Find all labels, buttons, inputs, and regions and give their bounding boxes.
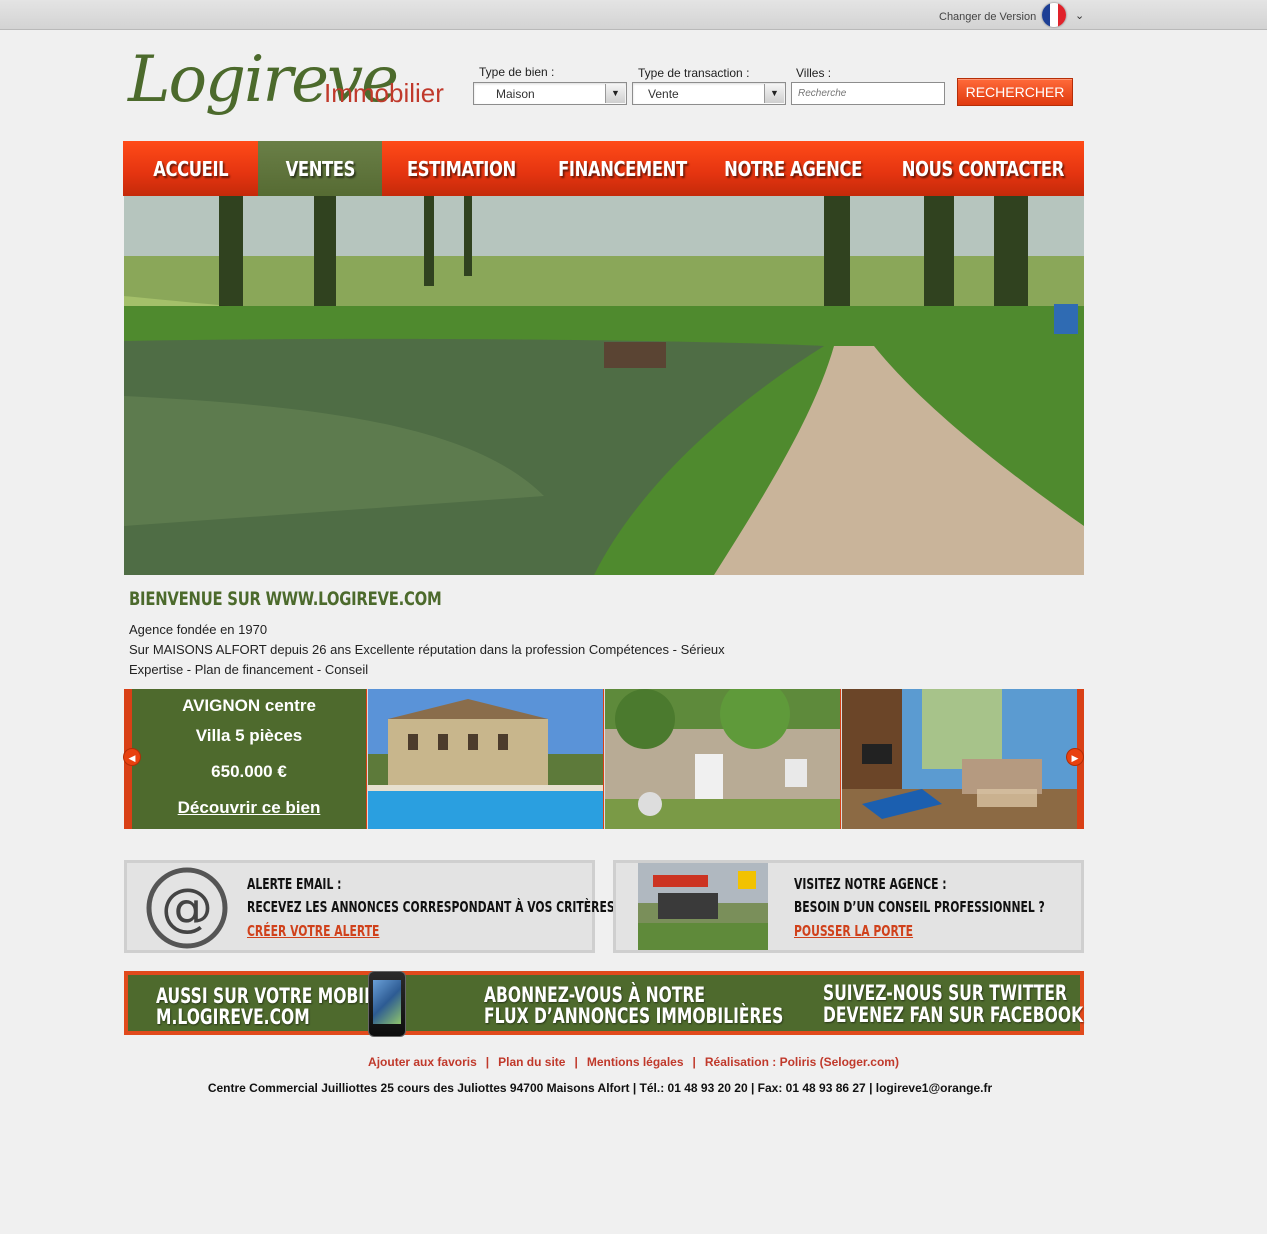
svg-text:@: @: [161, 878, 213, 938]
welcome-text: Agence fondée en 1970 Sur MAISONS ALFORT…: [129, 620, 725, 680]
footer-link-credits[interactable]: Réalisation : Poliris (Seloger.com): [705, 1055, 899, 1069]
property-carousel: AVIGNON centre Villa 5 pièces 650.000 € …: [123, 689, 1084, 829]
welcome-line: Sur MAISONS ALFORT depuis 26 ans Excelle…: [129, 642, 725, 657]
footer-address: Centre Commercial Juilliottes 25 cours d…: [207, 1081, 993, 1095]
hero-canal-photo: [124, 196, 1084, 575]
discover-property-link[interactable]: Découvrir ce bien: [132, 798, 366, 818]
dropdown-arrow-icon[interactable]: ▼: [764, 84, 784, 103]
nav-estimation[interactable]: ESTIMATION: [382, 141, 540, 196]
agency-storefront-photo: [638, 863, 768, 950]
nav-financement[interactable]: FINANCEMENT: [540, 141, 704, 196]
footer-link-legal[interactable]: Mentions légales: [587, 1055, 684, 1069]
property-type-value: Maison: [496, 87, 535, 101]
welcome-line: Expertise - Plan de financement - Consei…: [129, 662, 369, 677]
main-nav: ACCUEIL VENTES ESTIMATION FINANCEMENT NO…: [123, 141, 1084, 196]
property-photo-garden-house[interactable]: [604, 689, 840, 829]
visit-agency-text: BESOIN D’UN CONSEIL PROFESSIONNEL ?: [794, 898, 1045, 916]
nav-notre-agence[interactable]: NOTRE AGENCE: [704, 141, 882, 196]
footer-link-favorites[interactable]: Ajouter aux favoris: [368, 1055, 477, 1069]
nav-label: NOUS CONTACTER: [901, 156, 1065, 181]
dropdown-arrow-icon[interactable]: ▼: [605, 84, 625, 103]
email-alert-title: ALERTE EMAIL :: [247, 875, 342, 893]
property-photo-villa-pool[interactable]: [367, 689, 603, 829]
welcome-title: BIENVENUE SUR WWW.LOGIREVE.COM: [129, 588, 442, 610]
rss-line2[interactable]: FLUX D’ANNONCES IMMOBILIÈRES: [484, 1005, 783, 1027]
at-sign-icon: @: [146, 867, 228, 949]
property-type-label: Type de bien :: [479, 65, 555, 79]
nav-label: ACCUEIL: [153, 156, 228, 181]
search-button[interactable]: RECHERCHER: [957, 78, 1073, 106]
footer-links: Ajouter aux favoris | Plan du site | Mention…: [0, 1055, 1267, 1069]
email-alert-box: @ ALERTE EMAIL : RECEVEZ LES ANNONCES CO…: [124, 860, 615, 953]
separator: |: [574, 1055, 578, 1069]
transaction-type-select[interactable]: Vente ▼: [632, 82, 786, 105]
carousel-next-arrow-icon[interactable]: ▶: [1066, 748, 1084, 766]
footer-link-sitemap[interactable]: Plan du site: [498, 1055, 565, 1069]
property-type-select[interactable]: Maison ▼: [473, 82, 627, 105]
welcome-line: Agence fondée en 1970: [129, 622, 268, 637]
property-price: 650.000 €: [211, 762, 287, 781]
change-version-link[interactable]: Changer de Version: [939, 11, 1036, 23]
visit-agency-box: VISITEZ NOTRE AGENCE : BESOIN D’UN CONSE…: [613, 860, 1084, 953]
nav-label: NOTRE AGENCE: [724, 156, 862, 181]
mobile-social-banner[interactable]: AUSSI SUR VOTRE MOBILE M.LOGIREVE.COM AB…: [124, 971, 1084, 1037]
featured-property: AVIGNON centre Villa 5 pièces 650.000 € …: [132, 689, 366, 829]
top-bar: Changer de Version ⌄: [0, 0, 1267, 30]
chevron-down-icon[interactable]: ⌄: [1075, 9, 1084, 22]
nav-accueil[interactable]: ACCUEIL: [123, 141, 258, 196]
nav-label: ESTIMATION: [406, 156, 516, 181]
french-flag-icon[interactable]: [1042, 3, 1066, 27]
separator: |: [485, 1055, 490, 1069]
create-alert-link[interactable]: CRÉER VOTRE ALERTE: [247, 922, 379, 940]
carousel-prev-arrow-icon[interactable]: ◀: [123, 748, 141, 766]
site-logo[interactable]: Logireve Immobilier: [128, 40, 448, 130]
property-location: AVIGNON centre: [182, 696, 316, 715]
transaction-type-value: Vente: [648, 87, 679, 101]
twitter-link[interactable]: SUIVEZ-NOUS SUR TWITTER: [823, 982, 1067, 1004]
logo-sub-text: Immobilier: [324, 78, 444, 108]
cities-input[interactable]: [791, 82, 945, 105]
transaction-type-label: Type de transaction :: [638, 66, 750, 80]
push-door-link[interactable]: POUSSER LA PORTE: [794, 922, 913, 940]
nav-nous-contacter[interactable]: NOUS CONTACTER: [882, 141, 1084, 196]
nav-label: FINANCEMENT: [557, 156, 687, 181]
nav-ventes[interactable]: VENTES: [258, 141, 382, 196]
rss-line1[interactable]: ABONNEZ-VOUS À NOTRE: [484, 984, 705, 1006]
nav-label: VENTES: [285, 156, 355, 181]
mobile-line1: AUSSI SUR VOTRE MOBILE: [156, 984, 385, 1008]
property-photo-living-room[interactable]: [841, 689, 1077, 829]
smartphone-icon: [368, 971, 406, 1037]
mobile-line2: M.LOGIREVE.COM: [156, 1005, 310, 1029]
visit-agency-title: VISITEZ NOTRE AGENCE :: [794, 875, 947, 893]
cities-label: Villes :: [796, 66, 832, 80]
facebook-link[interactable]: DEVENEZ FAN SUR FACEBOOK: [823, 1004, 1083, 1026]
separator: |: [692, 1055, 696, 1069]
email-alert-text: RECEVEZ LES ANNONCES CORRESPONDANT À VOS…: [247, 898, 615, 916]
property-type: Villa 5 pièces: [195, 726, 303, 745]
